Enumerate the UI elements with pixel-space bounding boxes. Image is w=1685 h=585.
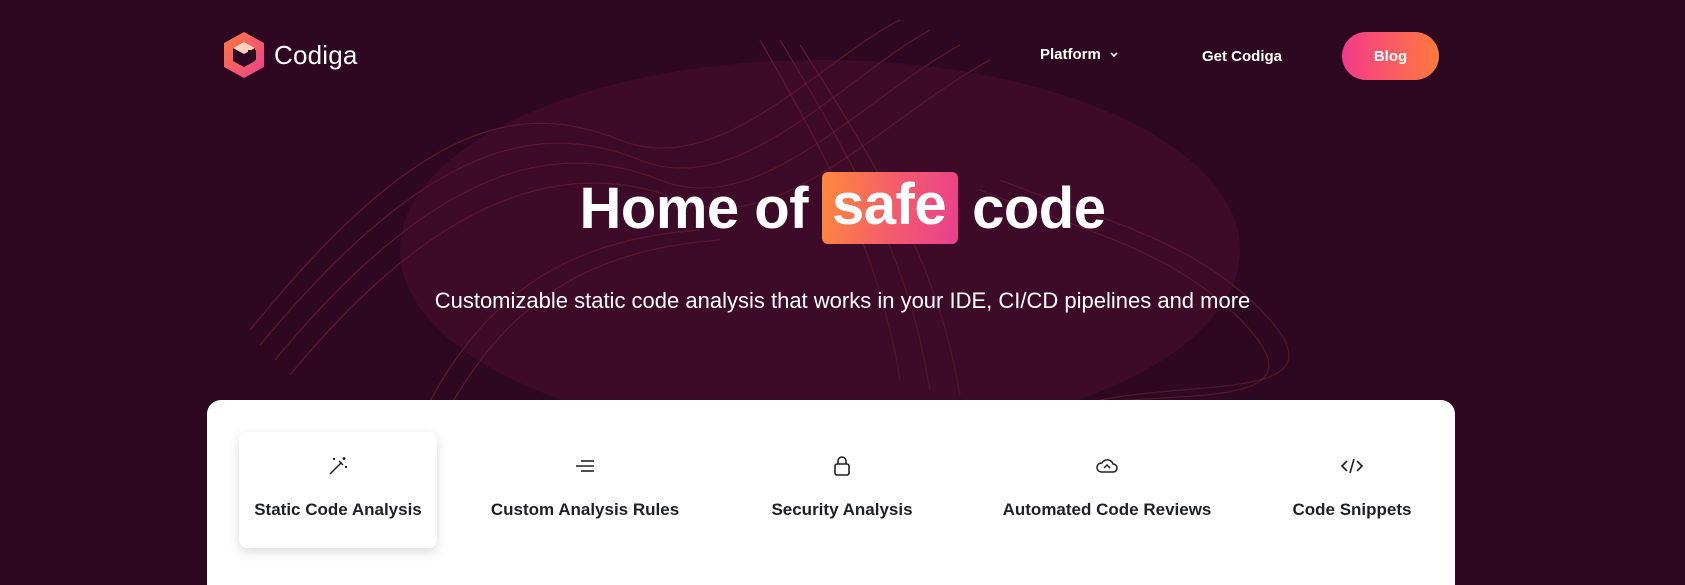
tab-automated-code-reviews[interactable]: Automated Code Reviews (987, 432, 1227, 548)
tab-security-analysis[interactable]: Security Analysis (752, 432, 932, 548)
tab-label: Custom Analysis Rules (490, 500, 680, 519)
nav-platform-dropdown[interactable]: Platform (1040, 46, 1119, 63)
tab-custom-analysis-rules[interactable]: Custom Analysis Rules (485, 432, 685, 548)
lock-icon (831, 452, 853, 480)
features-panel: Static Code Analysis Custom Analysis Rul… (207, 400, 1455, 585)
brand-name: Codiga (274, 39, 358, 70)
hero-title-highlight: safe (822, 172, 959, 244)
nav-platform-label: Platform (1040, 46, 1101, 63)
main-nav: Platform Get Codiga Blog (1030, 32, 1440, 80)
code-icon (1339, 452, 1365, 480)
tab-label: Security Analysis (771, 500, 913, 519)
lines-icon (573, 452, 597, 480)
tab-label: Code Snippets (1292, 500, 1412, 519)
hero-title-before: Home of (579, 175, 809, 241)
tab-code-snippets[interactable]: Code Snippets (1277, 432, 1427, 548)
tab-label: Automated Code Reviews (1002, 500, 1212, 519)
tab-static-code-analysis[interactable]: Static Code Analysis (239, 432, 437, 548)
tab-label: Static Code Analysis (254, 500, 422, 519)
nav-get-codiga-link[interactable]: Get Codiga (1202, 48, 1282, 65)
blog-button[interactable]: Blog (1342, 32, 1439, 80)
hero-title-after: code (972, 175, 1106, 241)
magic-wand-icon (326, 452, 350, 480)
hero-title: Home of safe code (0, 172, 1685, 244)
nav-get-codiga-label: Get Codiga (1202, 48, 1283, 65)
hero-subtitle: Customizable static code analysis that w… (434, 288, 1251, 313)
cloud-icon (1094, 452, 1120, 480)
codiga-logo-icon (224, 32, 264, 78)
chevron-down-icon (1110, 51, 1118, 57)
brand-logo[interactable]: Codiga (222, 30, 358, 80)
